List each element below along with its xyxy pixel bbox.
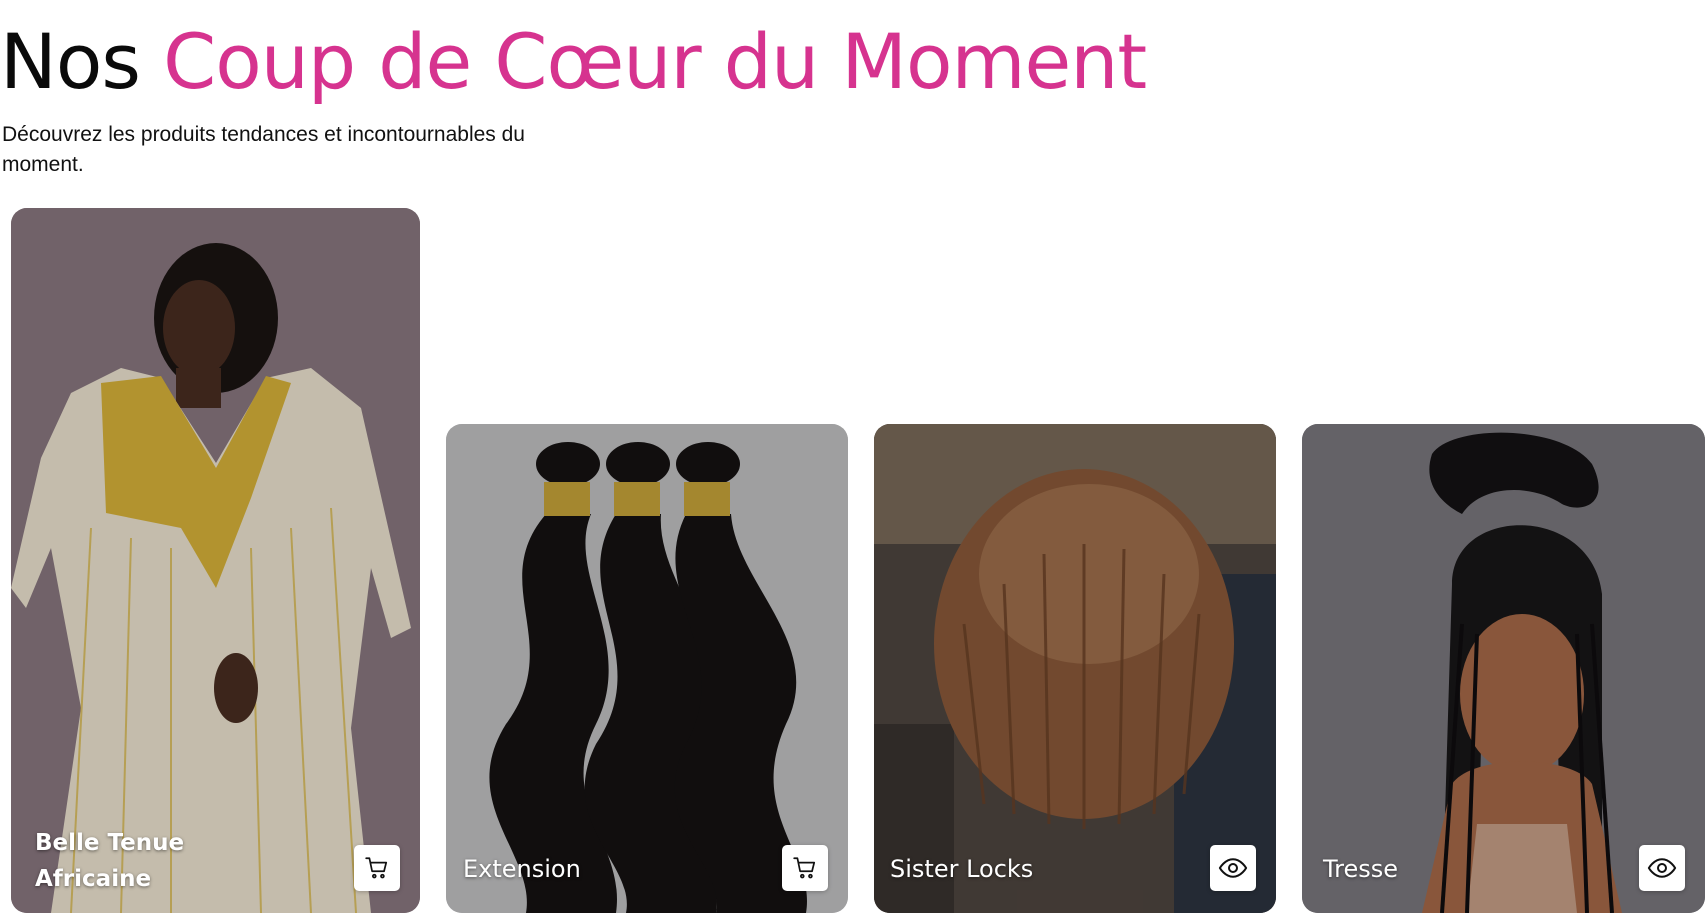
page-title: Nos Coup de Cœur du Moment: [0, 16, 1147, 108]
page: Nos Coup de Cœur du Moment Découvrez les…: [0, 0, 1705, 913]
cart-icon: [793, 857, 816, 879]
product-name: Extension: [463, 855, 581, 883]
card-overlay: [446, 424, 848, 913]
product-card-tresse[interactable]: Tresse: [1302, 424, 1705, 913]
cart-icon: [365, 857, 388, 879]
eye-icon: [1218, 858, 1248, 878]
title-prefix: Nos: [0, 17, 141, 106]
view-button[interactable]: [1210, 845, 1256, 891]
add-to-cart-button[interactable]: [354, 845, 400, 891]
product-card-sister-locks[interactable]: Sister Locks: [874, 424, 1276, 913]
card-overlay: [11, 208, 420, 913]
product-name: Tresse: [1323, 855, 1399, 883]
view-button[interactable]: [1639, 845, 1685, 891]
eye-icon: [1647, 858, 1677, 878]
card-overlay: [1302, 424, 1705, 913]
add-to-cart-button[interactable]: [782, 845, 828, 891]
product-name: Belle Tenue Africaine: [35, 830, 185, 892]
card-overlay: [874, 424, 1276, 913]
page-subtitle: Découvrez les produits tendances et inco…: [2, 123, 525, 176]
product-card-extension[interactable]: Extension: [446, 424, 848, 913]
product-card-belle-tenue-africaine[interactable]: Belle Tenue Africaine: [11, 208, 420, 913]
title-accent: Coup de Cœur du Moment: [163, 17, 1147, 106]
product-name: Sister Locks: [890, 855, 1034, 883]
